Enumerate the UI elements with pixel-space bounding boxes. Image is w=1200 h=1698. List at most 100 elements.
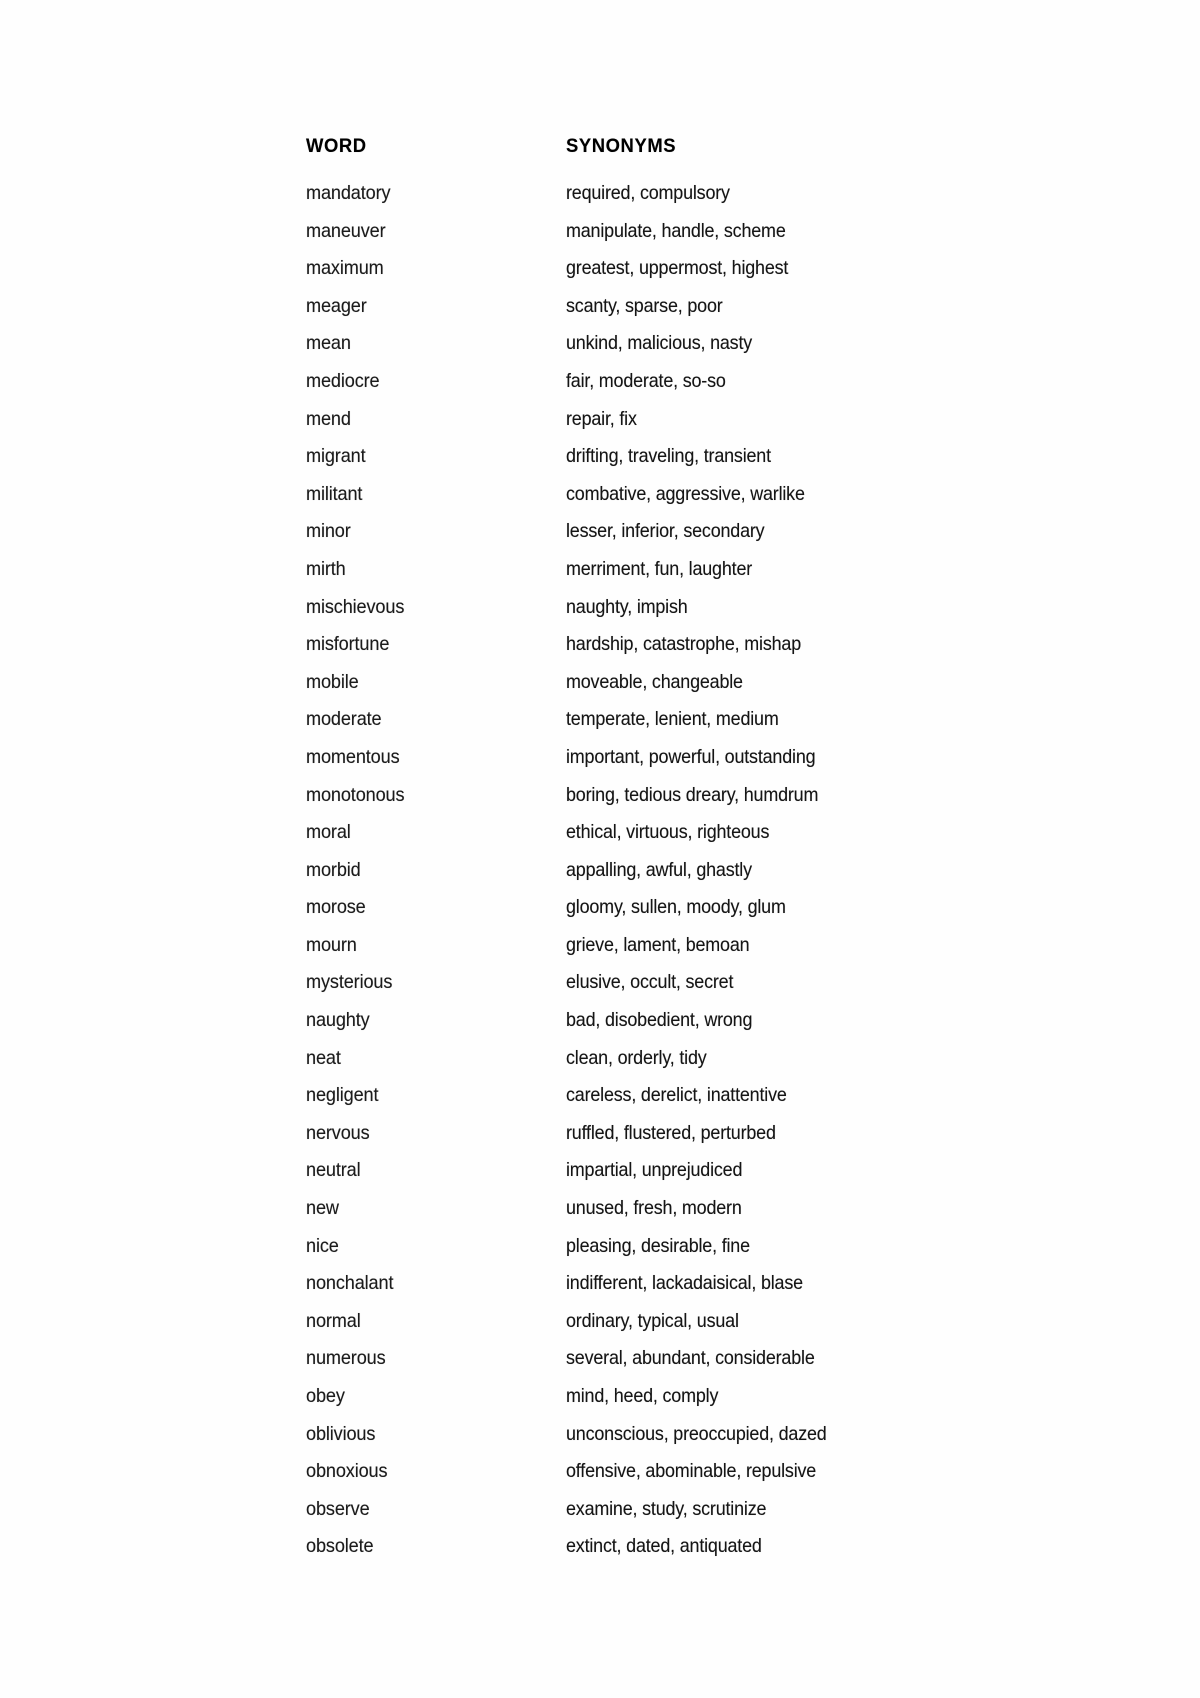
entry-word: migrant <box>306 445 366 468</box>
table-row: mobile moveable, changeable <box>306 671 986 709</box>
entry-word: mediocre <box>306 369 380 392</box>
table-row: nice pleasing, desirable, fine <box>306 1235 986 1273</box>
table-row: morose gloomy, sullen, moody, glum <box>306 896 986 934</box>
entry-word: oblivious <box>306 1422 376 1445</box>
table-row: neat clean, orderly, tidy <box>306 1047 986 1085</box>
table-row: obey mind, heed, comply <box>306 1385 986 1423</box>
entry-synonyms: naughty, impish <box>566 595 688 618</box>
entry-synonyms: pleasing, desirable, fine <box>566 1234 750 1257</box>
table-row: obsolete extinct, dated, antiquated <box>306 1535 986 1573</box>
table-row: new unused, fresh, modern <box>306 1197 986 1235</box>
entry-word: minor <box>306 520 351 543</box>
entry-synonyms: careless, derelict, inattentive <box>566 1084 787 1107</box>
column-header-synonyms: SYNONYMS <box>566 136 677 157</box>
table-row: mediocre fair, moderate, so-so <box>306 370 986 408</box>
entry-synonyms: mind, heed, comply <box>566 1385 719 1407</box>
entry-word: new <box>306 1197 339 1220</box>
entry-word: morose <box>306 896 366 919</box>
entry-word: mandatory <box>306 182 391 204</box>
table-row: minor lesser, inferior, secondary <box>306 520 986 558</box>
table-row: misfortune hardship, catastrophe, mishap <box>306 633 986 671</box>
entry-word: militant <box>306 482 363 505</box>
entry-word: neat <box>306 1046 341 1069</box>
entry-word: nervous <box>306 1121 370 1144</box>
table-body: mandatory required, compulsory maneuver man… <box>306 182 986 1573</box>
table-row: mourn grieve, lament, bemoan <box>306 934 986 972</box>
table-row: momentous important, powerful, outstandin… <box>306 746 986 784</box>
entry-synonyms: impartial, unprejudiced <box>566 1159 743 1182</box>
entry-synonyms: ruffled, flustered, perturbed <box>566 1121 776 1144</box>
entry-word: negligent <box>306 1084 379 1107</box>
entry-synonyms: manipulate, handle, scheme <box>566 219 786 242</box>
table-row: mischievous naughty, impish <box>306 596 986 634</box>
entry-word: morbid <box>306 858 361 881</box>
entry-synonyms: scanty, sparse, poor <box>566 294 723 317</box>
entry-word: mourn <box>306 933 357 956</box>
table-row: morbid appalling, awful, ghastly <box>306 859 986 897</box>
entry-synonyms: fair, moderate, so-so <box>566 369 726 392</box>
entry-synonyms: examine, study, scrutinize <box>566 1497 767 1520</box>
table-row: nonchalant indifferent, lackadaisical, bl… <box>306 1272 986 1310</box>
entry-synonyms: appalling, awful, ghastly <box>566 858 752 881</box>
table-row: neutral impartial, unprejudiced <box>306 1159 986 1197</box>
entry-word: obsolete <box>306 1535 374 1558</box>
entry-synonyms: offensive, abominable, repulsive <box>566 1460 817 1483</box>
entry-word: maneuver <box>306 219 386 242</box>
entry-synonyms: unkind, malicious, nasty <box>566 332 753 355</box>
entry-synonyms: boring, tedious dreary, humdrum <box>566 783 819 806</box>
table-row: migrant drifting, traveling, transient <box>306 445 986 483</box>
entry-synonyms: unused, fresh, modern <box>566 1197 742 1220</box>
entry-synonyms: hardship, catastrophe, mishap <box>566 633 802 656</box>
entry-word: obey <box>306 1385 345 1407</box>
entry-word: maximum <box>306 257 384 280</box>
entry-word: observe <box>306 1497 370 1520</box>
table-row: negligent careless, derelict, inattentive <box>306 1084 986 1122</box>
table-row: naughty bad, disobedient, wrong <box>306 1009 986 1047</box>
entry-synonyms: greatest, uppermost, highest <box>566 257 789 280</box>
entry-synonyms: clean, orderly, tidy <box>566 1046 707 1069</box>
table-row: oblivious unconscious, preoccupied, dazed <box>306 1423 986 1461</box>
entry-word: mend <box>306 407 351 430</box>
entry-synonyms: moveable, changeable <box>566 670 743 693</box>
column-header-word: WORD <box>306 136 367 157</box>
entry-synonyms: combative, aggressive, warlike <box>566 482 805 505</box>
table-row: normal ordinary, typical, usual <box>306 1310 986 1348</box>
entry-word: neutral <box>306 1159 361 1182</box>
table-row: meager scanty, sparse, poor <box>306 295 986 333</box>
table-row: mandatory required, compulsory <box>306 182 986 220</box>
entry-synonyms: ethical, virtuous, righteous <box>566 821 770 844</box>
table-row: maximum greatest, uppermost, highest <box>306 257 986 295</box>
entry-synonyms: ordinary, typical, usual <box>566 1309 739 1332</box>
table-row: nervous ruffled, flustered, perturbed <box>306 1122 986 1160</box>
entry-word: misfortune <box>306 633 390 656</box>
table-row: observe examine, study, scrutinize <box>306 1498 986 1536</box>
entry-word: mischievous <box>306 595 405 618</box>
table-row: mirth merriment, fun, laughter <box>306 558 986 596</box>
table-row: monotonous boring, tedious dreary, humdru… <box>306 784 986 822</box>
entry-synonyms: grieve, lament, bemoan <box>566 933 750 956</box>
entry-synonyms: indifferent, lackadaisical, blase <box>566 1272 803 1295</box>
entry-word: nonchalant <box>306 1272 394 1295</box>
entry-word: moderate <box>306 708 382 731</box>
entry-word: mirth <box>306 557 346 580</box>
entry-synonyms: important, powerful, outstanding <box>566 745 816 768</box>
entry-word: naughty <box>306 1009 370 1032</box>
entry-word: momentous <box>306 745 400 768</box>
table-row: mend repair, fix <box>306 408 986 446</box>
entry-word: moral <box>306 821 351 844</box>
entry-word: meager <box>306 294 367 317</box>
entry-word: obnoxious <box>306 1460 388 1483</box>
entry-synonyms: merriment, fun, laughter <box>566 557 753 580</box>
entry-word: mysterious <box>306 971 393 994</box>
entry-synonyms: repair, fix <box>566 407 637 430</box>
table-row: maneuver manipulate, handle, scheme <box>306 220 986 258</box>
glossary-table: WORD SYNONYMS mandatory required, compuls… <box>306 136 986 1573</box>
entry-word: monotonous <box>306 783 405 806</box>
entry-word: nice <box>306 1234 339 1257</box>
entry-synonyms: bad, disobedient, wrong <box>566 1009 753 1032</box>
entry-synonyms: temperate, lenient, medium <box>566 708 779 731</box>
table-row: moral ethical, virtuous, righteous <box>306 821 986 859</box>
entry-word: mobile <box>306 670 359 693</box>
entry-word: numerous <box>306 1347 386 1370</box>
table-row: militant combative, aggressive, warlike <box>306 483 986 521</box>
